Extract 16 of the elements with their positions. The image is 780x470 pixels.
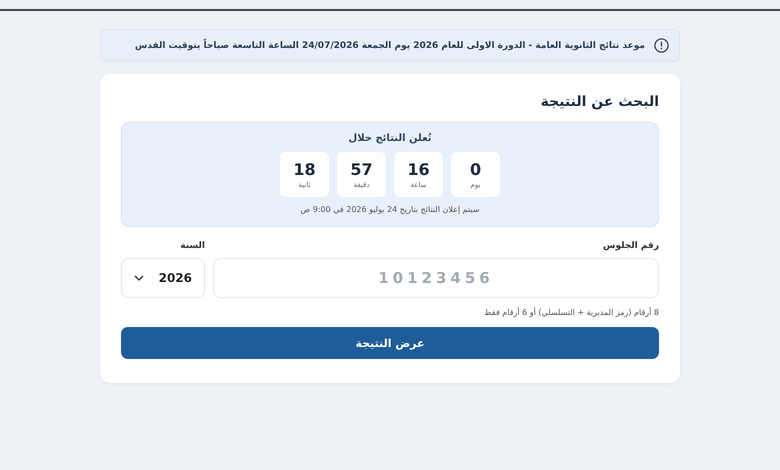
notice-text: موعد نتائج الثانوية العامة - الدورة الاولى للعام 2026 يوم الجمعة 24/07/2026 الساعة التاسعة صباحاً بتوقيت القدس: [134, 40, 645, 50]
field-label: السنة: [179, 241, 205, 251]
chevron-down-icon: [134, 275, 144, 281]
countdown-title: تُعلن النتائج خلال: [348, 133, 432, 144]
countdown-value: 16: [407, 160, 430, 179]
countdown-value: 57: [350, 160, 373, 179]
field-label: رقم الجلوس: [602, 241, 659, 251]
countdown-note: سيتم إعلان النتائج بتاريخ 24 يوليو 2026 في 9:00 ص: [300, 205, 480, 214]
card-title: البحث عن النتيجة: [540, 94, 659, 110]
info-icon: [654, 38, 669, 53]
submit-button[interactable]: عرض النتيجة: [121, 327, 659, 359]
countdown-value: 18: [293, 160, 316, 179]
hint-text: 8 أرقام (رمز المديرية + التسلسلي) أو 6 أرقام فقط: [483, 308, 659, 317]
year-dropdown[interactable]: 2026: [121, 258, 205, 298]
countdown-value: 0: [470, 160, 482, 179]
seat-number-field[interactable]: 10123456: [213, 258, 659, 298]
